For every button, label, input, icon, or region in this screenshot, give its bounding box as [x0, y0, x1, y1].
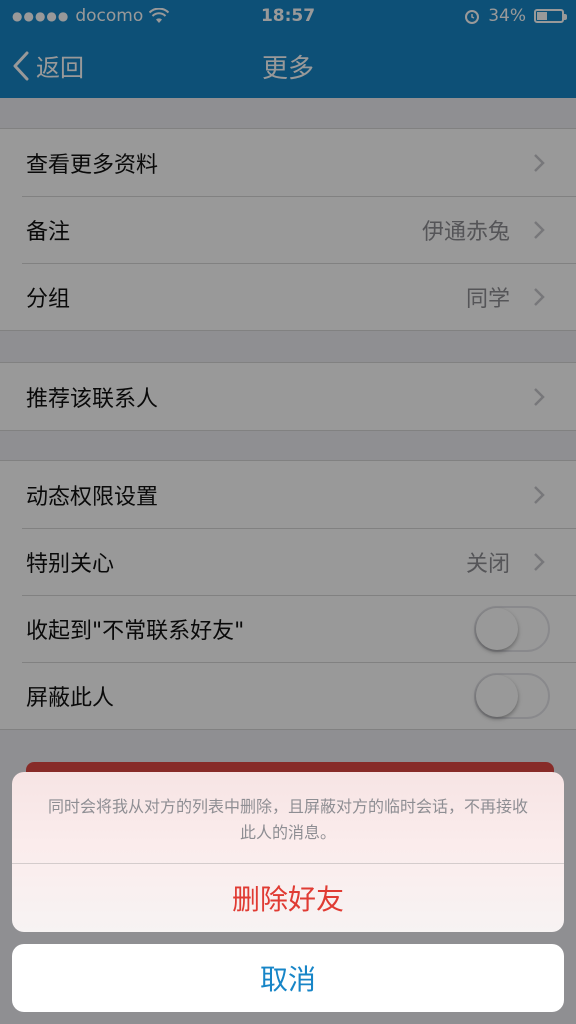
action-sheet-message: 同时会将我从对方的列表中删除，且屏蔽对方的临时会话，不再接收此人的消息。: [12, 772, 564, 864]
action-sheet: 同时会将我从对方的列表中删除，且屏蔽对方的临时会话，不再接收此人的消息。 删除好…: [12, 772, 564, 932]
cancel-button[interactable]: 取消: [12, 944, 564, 1012]
delete-friend-button[interactable]: 删除好友: [12, 864, 564, 932]
